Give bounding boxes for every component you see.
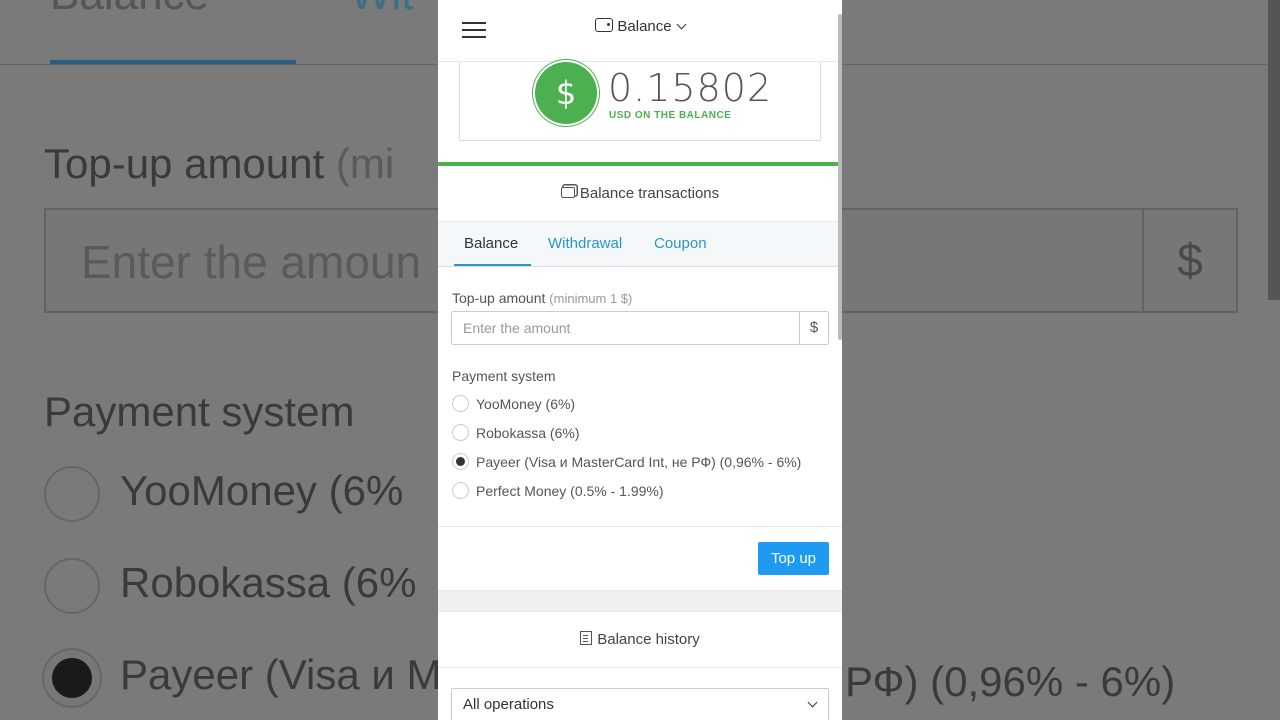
active-tab-indicator: [454, 264, 531, 266]
history-title: Balance history: [438, 631, 842, 648]
form-divider: [438, 526, 842, 527]
transactions-title: Balance transactions: [438, 185, 842, 202]
balance-accent-bar: [438, 162, 842, 166]
document-icon: [580, 631, 593, 645]
operations-filter-value: All operations: [463, 696, 554, 713]
bg-option-payeer: Payeer (Visa и M: [44, 650, 441, 706]
scrollbar[interactable]: [838, 14, 842, 340]
coins-icon: [560, 187, 575, 198]
phone-screen: Balance $ 0.15802 USD ON THE BALANCE Bal…: [438, 0, 842, 720]
balance-card: $ 0.15802 USD ON THE BALANCE: [459, 62, 821, 141]
topup-amount-label: Top-up amount (minimum 1 $): [452, 290, 633, 306]
radio-button[interactable]: [452, 482, 469, 499]
dollar-addon: $: [799, 312, 828, 344]
bg-tabs: Balance Wit: [50, 0, 414, 20]
amount-input[interactable]: [452, 312, 800, 344]
bg-scrollbar: [1268, 0, 1280, 300]
radio-button[interactable]: [452, 395, 469, 412]
payment-system-label: Payment system: [452, 368, 556, 384]
amount-field: $: [451, 311, 829, 345]
balance-dropdown[interactable]: Balance: [438, 18, 842, 35]
bg-option-yoomoney: YooMoney (6%: [44, 466, 403, 522]
bg-tab-withdrawal: Wit: [350, 0, 414, 20]
history-divider: [438, 667, 842, 668]
wallet-icon: [595, 18, 614, 32]
bg-dollar-addon: $: [1142, 210, 1236, 311]
operations-filter-select[interactable]: All operations: [451, 688, 829, 720]
bg-topup-label: Top-up amount (mi: [44, 140, 395, 187]
tabs-bar: Balance Withdrawal Coupon: [438, 221, 842, 267]
bg-amount-placeholder: Enter the amoun: [81, 236, 422, 288]
tab-coupon[interactable]: Coupon: [654, 235, 707, 252]
top-up-button[interactable]: Top up: [758, 542, 829, 575]
chevron-down-icon: [807, 697, 818, 708]
chevron-down-icon: [676, 19, 687, 30]
tab-withdrawal[interactable]: Withdrawal: [548, 235, 622, 252]
top-bar: Balance: [438, 0, 842, 62]
bg-payment-label: Payment system: [44, 388, 355, 435]
tab-balance[interactable]: Balance: [464, 235, 518, 252]
radio-button[interactable]: [452, 424, 469, 441]
bg-option-robokassa: Robokassa (6%: [44, 558, 416, 614]
bg-option-payeer-tail: РФ) (0,96% - 6%): [845, 658, 1176, 705]
topup-amount-hint: (minimum 1 $): [549, 291, 633, 306]
radio-button-selected[interactable]: [452, 453, 469, 470]
bg-tab-balance: Balance: [50, 0, 209, 19]
header-title: Balance: [617, 18, 672, 35]
section-separator: [438, 590, 842, 612]
dollar-icon: $: [535, 62, 597, 124]
balance-amount: 0.15802: [608, 66, 773, 110]
balance-unit-label: USD ON THE BALANCE: [609, 110, 732, 121]
